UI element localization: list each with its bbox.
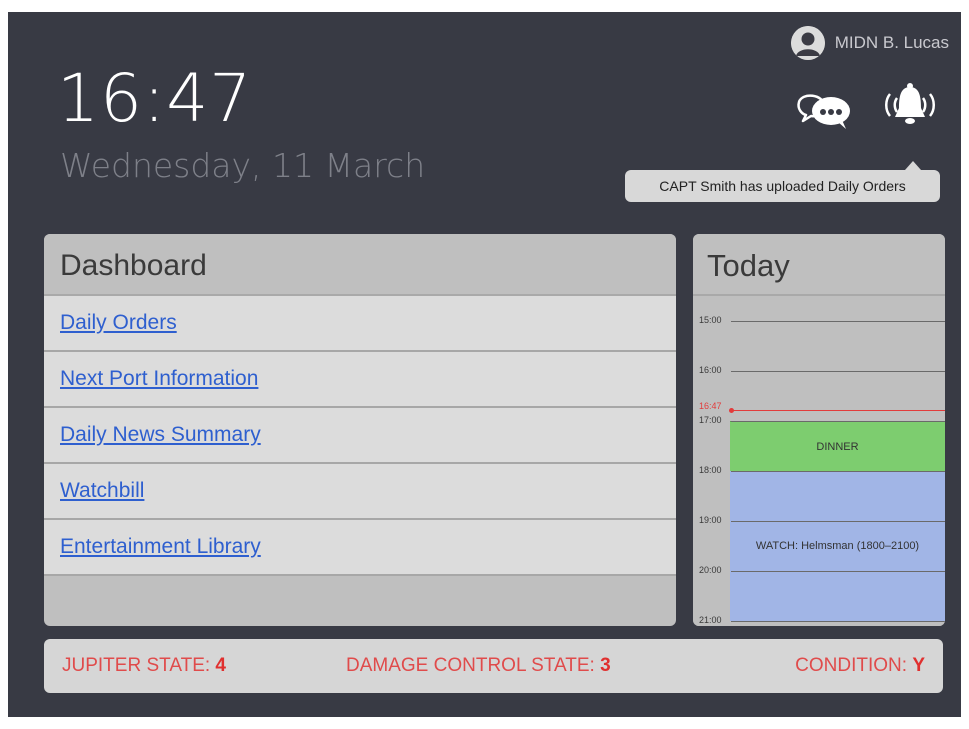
damage-control-state-value: 3 (600, 655, 611, 676)
watchbill-link[interactable]: Watchbill (60, 479, 144, 503)
clock-date: Wednesday, 11 March (60, 146, 426, 185)
event-watch-helmsman[interactable]: WATCH: Helmsman (1800–2100) (730, 471, 945, 621)
ship-status-bar: JUPITER STATE: 4 DAMAGE CONTROL STATE: 3… (44, 639, 943, 693)
timeline-hour-label: 20:00 (699, 565, 722, 575)
jupiter-state: JUPITER STATE: 4 (62, 655, 226, 676)
dashboard-item-daily-orders: Daily Orders (44, 296, 676, 352)
day-timeline[interactable]: DINNER WATCH: Helmsman (1800–2100) 15:00 16… (693, 296, 945, 626)
clock-time: 16:47 (57, 60, 253, 137)
dashboard-item-watchbill: Watchbill (44, 464, 676, 520)
damage-control-state: DAMAGE CONTROL STATE: 3 (346, 655, 611, 676)
toast-pointer (905, 161, 921, 170)
dashboard-title: Dashboard (44, 234, 676, 296)
daily-orders-link[interactable]: Daily Orders (60, 311, 177, 335)
daily-news-summary-link[interactable]: Daily News Summary (60, 423, 261, 447)
condition-state: CONDITION: Y (795, 655, 925, 676)
user-name: MIDN B. Lucas (834, 33, 949, 52)
today-panel: Today DINNER WATCH: Helmsman (1800–2100) 1… (693, 234, 945, 626)
timeline-hour-label: 15:00 (699, 315, 722, 325)
user-avatar-icon (790, 26, 825, 60)
dashboard-item-entertainment: Entertainment Library (44, 520, 676, 576)
timeline-hour-label: 18:00 (699, 465, 722, 475)
user-profile[interactable]: MIDN B. Lucas (790, 26, 949, 60)
timeline-hour-line (731, 521, 945, 522)
notification-toast[interactable]: CAPT Smith has uploaded Daily Orders (625, 170, 940, 202)
timeline-hour-label: 19:00 (699, 515, 722, 525)
jupiter-state-value: 4 (215, 655, 226, 676)
timeline-hour-line (731, 371, 945, 372)
entertainment-library-link[interactable]: Entertainment Library (60, 535, 261, 559)
dashboard-item-daily-news: Daily News Summary (44, 408, 676, 464)
current-time-label: 16:47 (699, 401, 722, 412)
current-time-line (731, 410, 945, 412)
current-time-dot (729, 408, 734, 414)
dashboard-panel: Dashboard Daily Orders Next Port Informa… (44, 234, 676, 626)
timeline-hour-label: 16:00 (699, 365, 722, 375)
chat-bubbles-icon[interactable] (794, 84, 854, 130)
home-screen: MIDN B. Lucas 16:47 Wednesday, 11 March … (8, 12, 961, 717)
timeline-hour-line (731, 471, 945, 472)
ringing-bell-icon[interactable] (876, 78, 944, 130)
timeline-hour-line (731, 621, 945, 622)
dashboard-list: Daily Orders Next Port Information Daily… (44, 296, 676, 576)
timeline-hour-line (731, 571, 945, 572)
timeline-hour-line (731, 421, 945, 422)
today-title: Today (693, 234, 945, 296)
next-port-information-link[interactable]: Next Port Information (60, 367, 258, 391)
timeline-hour-label: 17:00 (699, 415, 722, 425)
condition-state-value: Y (912, 655, 925, 676)
event-dinner[interactable]: DINNER (730, 421, 945, 473)
dashboard-item-next-port: Next Port Information (44, 352, 676, 408)
timeline-hour-line (731, 321, 945, 322)
timeline-hour-label: 21:00 (699, 615, 722, 625)
